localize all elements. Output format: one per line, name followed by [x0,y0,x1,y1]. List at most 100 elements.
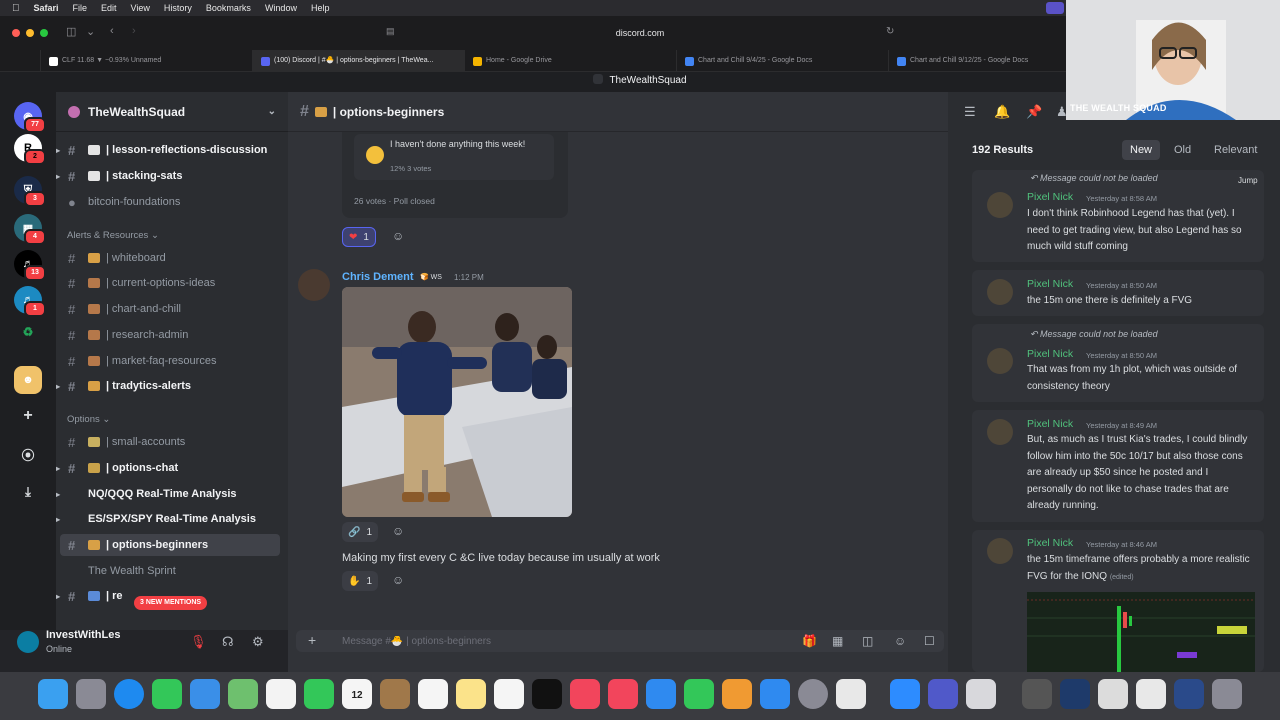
channel-es-spx-spy-real-time-analysis[interactable]: ▸ ES/SPX/SPY Real-Time Analysis [56,508,280,530]
tab-tradingview[interactable]: CLF 11.68 ▼ −0.93% Unnamed [40,50,252,72]
avatar[interactable] [298,269,330,301]
apple-tv-icon[interactable] [532,679,562,709]
recent-window-icon[interactable] [1136,679,1166,709]
server-speaker-icon[interactable]: ♬ 1 [14,286,46,317]
control-center-icon[interactable] [1046,2,1064,14]
numbers-icon[interactable] [684,679,714,709]
news-icon[interactable] [608,679,638,709]
sort-new[interactable]: New [1122,140,1161,160]
message-author[interactable]: Chris Dement [342,271,414,283]
thread-the-wealth-sprint[interactable]: The Wealth Sprint [80,560,280,582]
channel-market-faq-resources[interactable]: # | market-faq-resources [60,350,280,372]
result-author[interactable]: Pixel Nick [1027,537,1073,549]
preview-icon[interactable] [836,679,866,709]
channel-small-accounts[interactable]: # | small-accounts [60,431,280,453]
zoom-window-button[interactable] [40,29,48,37]
channel-whiteboard[interactable]: # | whiteboard [60,247,280,269]
channel-lesson-reflections-discussion[interactable]: ▸ # | lesson-reflections-discussion [56,139,280,161]
channel-bitcoin-foundations[interactable]: ● bitcoin-foundations [60,191,280,213]
result-author[interactable]: Pixel Nick [1027,348,1073,360]
apple-icon[interactable]:  [12,3,20,14]
explore-icon[interactable]: ⦿ [14,440,42,468]
system-settings-icon[interactable] [798,679,828,709]
menu-help[interactable]: Help [311,3,330,13]
close-window-button[interactable] [12,29,20,37]
trash-icon[interactable] [1212,679,1242,709]
app-store-icon[interactable] [760,679,790,709]
server-book-icon[interactable]: ▦4 [14,214,46,245]
tab-google-drive[interactable]: Home - Google Drive [464,50,676,72]
launchpad-icon[interactable] [76,679,106,709]
screenshot-icon[interactable] [966,679,996,709]
reaction-heart[interactable]: ❤ 1 [342,227,376,247]
avatar[interactable] [987,348,1013,374]
add-reaction-icon[interactable]: ☺ [392,229,404,243]
address-bar[interactable]: discord.com [380,24,900,42]
chart-screenshot-image[interactable] [1027,592,1255,672]
pin-icon[interactable]: 📌 [1026,104,1042,120]
user-name[interactable]: InvestWithLes [46,629,120,641]
attach-plus-icon[interactable]: + [308,632,316,648]
safari-icon[interactable] [114,679,144,709]
threads-icon[interactable]: ☰ [964,104,976,120]
result-author[interactable]: Pixel Nick [1027,191,1073,203]
pages-icon[interactable] [722,679,752,709]
reminders-icon[interactable] [418,679,448,709]
chevron-down-icon[interactable]: ⌄ [86,25,95,38]
menu-window[interactable]: Window [265,3,297,13]
download-icon[interactable]: ⤓ [14,478,42,506]
server-speaker-icon[interactable]: ♬ 13 [14,250,46,281]
mail-icon[interactable] [190,679,220,709]
finder-icon[interactable] [38,679,68,709]
server-leaf-icon[interactable]: ♻ [14,318,42,346]
menu-bookmarks[interactable]: Bookmarks [206,3,251,13]
result-author[interactable]: Pixel Nick [1027,418,1073,430]
sort-relevant[interactable]: Relevant [1214,144,1257,156]
channel-nq-qqq-real-time-analysis[interactable]: ▸ NQ/QQQ Real-Time Analysis [56,483,280,505]
menubar-app-name[interactable]: Safari [34,3,59,13]
minimize-window-button[interactable] [26,29,34,37]
channel-chart-and-chill[interactable]: # | chart-and-chill [60,298,280,320]
jump-button[interactable]: Jump [1238,176,1258,185]
facetime-icon[interactable] [304,679,334,709]
new-mentions-pill[interactable]: 3 NEW MENTIONS [134,596,208,610]
reaction-flex[interactable]: ✋ 1 [342,571,379,591]
avatar[interactable] [987,192,1013,218]
gift-icon[interactable]: 🎁 [802,634,817,648]
contacts-icon[interactable] [380,679,410,709]
add-reaction-icon[interactable]: ☺ [392,573,404,587]
menu-file[interactable]: File [73,3,88,13]
menu-edit[interactable]: Edit [101,3,117,13]
sticker-icon[interactable]: ◫ [862,634,873,648]
result-author[interactable]: Pixel Nick [1027,278,1073,290]
discord-home-icon[interactable]: ◉77 [14,102,46,133]
add-reaction-icon[interactable]: ☺ [392,524,404,538]
category-options[interactable]: Options ⌄ [67,414,110,425]
server-header[interactable]: TheWealthSquad ⌄ [56,92,288,132]
keynote-icon[interactable] [646,679,676,709]
apps-icon[interactable]: ☐ [924,634,935,648]
notes-icon[interactable] [456,679,486,709]
server-shield-icon[interactable]: ⛨ 3 [14,176,46,207]
sort-old[interactable]: Old [1174,144,1191,156]
maps-icon[interactable] [228,679,258,709]
dancing-kid-gif[interactable] [342,287,572,517]
gif-icon[interactable]: ▦ [832,634,843,648]
music-icon[interactable] [570,679,600,709]
tab-chart-and-chill-9-4[interactable]: Chart and Chill 9/4/25 - Google Docs [676,50,888,72]
channel-tradytics-alerts[interactable]: ▸ # | tradytics-alerts [56,375,280,397]
sidebar-toggle-icon[interactable]: ◫ [66,25,76,38]
zoom-icon[interactable] [890,679,920,709]
menu-view[interactable]: View [131,3,150,13]
photos-icon[interactable] [266,679,296,709]
recent-window-icon[interactable] [1022,679,1052,709]
reaction-link[interactable]: 🔗 1 [342,522,379,542]
emoji-icon[interactable]: ☺ [894,634,906,648]
recent-window-icon[interactable] [1174,679,1204,709]
freeform-icon[interactable] [494,679,524,709]
channel-research-admin[interactable]: # | research-admin [60,324,280,346]
channel-current-options-ideas[interactable]: # | current-options-ideas [60,272,280,294]
server-r-icon[interactable]: R2 [14,134,46,165]
recent-window-icon[interactable] [1098,679,1128,709]
avatar[interactable] [987,538,1013,564]
